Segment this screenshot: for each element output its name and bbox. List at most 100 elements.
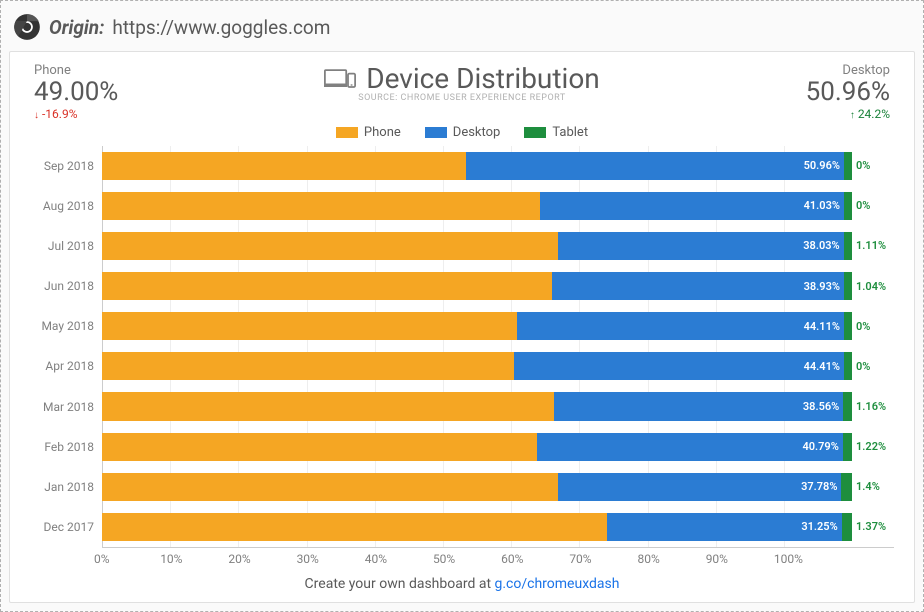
devices-icon [324, 68, 356, 90]
bar-segment-tablet [844, 312, 852, 340]
bar-track: 49%50.96% [102, 152, 852, 180]
arrow-down-icon: ↓ [34, 110, 39, 121]
chart-area: Sep 2018Aug 2018Jul 2018Jun 2018May 2018… [30, 146, 894, 547]
bar-row: 55.83%44.11% 0% [102, 306, 894, 346]
y-axis-label: Apr 2018 [30, 346, 102, 386]
tablet-value-label: 1.04% [852, 280, 894, 293]
tablet-value-label: 0% [852, 199, 894, 212]
tablet-value-label: 1.11% [852, 239, 894, 252]
tablet-value-label: 0% [852, 320, 894, 333]
bar-segment-phone: 60% [102, 272, 552, 300]
bar-track: 60%38.93% [102, 272, 852, 300]
x-axis-label: 90% [706, 552, 774, 566]
swatch-phone [336, 127, 358, 138]
bar-segment-tablet [842, 513, 852, 541]
summary-phone-value: 49.00% [34, 78, 118, 107]
tablet-value-label: 1.22% [852, 440, 894, 453]
bar-segment-desktop: 40.79% [537, 433, 843, 461]
bar-segment-desktop: 38.93% [552, 272, 844, 300]
tablet-value-label: 0% [852, 159, 894, 172]
bar-row: 57.96%40.79%1.22% [102, 427, 894, 467]
bar-segment-phone: 55.56% [102, 352, 514, 380]
y-axis-label: Aug 2018 [30, 186, 102, 226]
summary-desktop: Desktop 50.96% ↑ 24.2% [806, 63, 890, 121]
y-axis-label: Sep 2018 [30, 146, 102, 186]
x-axis-label: 100% [774, 552, 842, 566]
bar-segment-phone: 60.74% [102, 473, 558, 501]
bar-segment-tablet [844, 232, 852, 260]
x-axis-label: 80% [638, 552, 706, 566]
tablet-value-label: 1.37% [852, 520, 894, 533]
bar-track: 58.97%41.03% [102, 192, 852, 220]
bar-segment-desktop: 50.96% [466, 152, 844, 180]
arrow-up-icon: ↑ [850, 110, 855, 121]
dashboard-frame: Origin: https://www.goggles.com Device D… [0, 0, 924, 612]
x-axis-label: 70% [569, 552, 637, 566]
chart-subtitle: SOURCE: CHROME USER EXPERIENCE REPORT [30, 93, 894, 103]
x-axis-label: 20% [228, 552, 296, 566]
bar-track: 60.74%37.78% [102, 473, 852, 501]
bar-segment-tablet [843, 433, 852, 461]
summary-desktop-label: Desktop [806, 63, 890, 78]
chart-card: Device Distribution SOURCE: CHROME USER … [9, 51, 915, 603]
swatch-desktop [425, 127, 447, 138]
y-axis-label: May 2018 [30, 306, 102, 346]
bar-segment-phone: 60.83% [102, 232, 558, 260]
y-axis-label: Jun 2018 [30, 266, 102, 306]
bar-segment-phone: 58.97% [102, 192, 540, 220]
bar-track: 57.96%40.79% [102, 433, 852, 461]
chart-title: Device Distribution [366, 62, 600, 95]
title-row: Device Distribution [30, 62, 894, 95]
footer: Create your own dashboard at g.co/chrome… [30, 566, 894, 592]
y-axis-label: Jan 2018 [30, 467, 102, 507]
bar-track: 60.2%38.56% [102, 392, 852, 420]
bar-segment-desktop: 38.56% [554, 392, 843, 420]
x-axis-label: 10% [160, 552, 228, 566]
summary-phone-delta: ↓ -16.9% [34, 107, 118, 121]
y-axis-label: Feb 2018 [30, 427, 102, 467]
x-axis-label: 30% [297, 552, 365, 566]
y-axis-label: Mar 2018 [30, 386, 102, 426]
x-axis-label: 0% [94, 552, 162, 566]
bar-segment-tablet [844, 352, 852, 380]
y-axis: Sep 2018Aug 2018Jul 2018Jun 2018May 2018… [30, 146, 102, 547]
bar-row: 60.74%37.78%1.4% [102, 467, 894, 507]
x-axis-label: 40% [365, 552, 433, 566]
origin-url: https://www.goggles.com [112, 16, 330, 39]
bar-segment-desktop: 44.11% [517, 312, 845, 340]
tablet-value-label: 0% [852, 360, 894, 373]
bar-segment-tablet [844, 272, 852, 300]
bar-row: 58.97%41.03%0% [102, 186, 894, 226]
x-axis-label: 50% [433, 552, 501, 566]
bar-segment-desktop: 44.41% [514, 352, 844, 380]
bar-segment-tablet [844, 192, 852, 220]
tablet-value-label: 1.16% [852, 400, 894, 413]
x-axis-label: 60% [501, 552, 569, 566]
bar-track: 67.33%31.25% [102, 513, 852, 541]
bar-segment-phone: 67.33% [102, 513, 607, 541]
bar-segment-desktop: 41.03% [540, 192, 844, 220]
bar-segment-phone: 57.96% [102, 433, 537, 461]
summary-phone-label: Phone [34, 63, 118, 78]
plot: 49%50.96%0%58.97%41.03%0%60.83%38.03%1.1… [102, 146, 894, 547]
bar-segment-tablet [843, 392, 852, 420]
bar-row: 67.33%31.25%1.37% [102, 507, 894, 547]
bar-row: 60%38.93%1.04% [102, 266, 894, 306]
legend-tablet: Tablet [524, 125, 588, 140]
legend-desktop: Desktop [425, 125, 501, 140]
bar-row: 49%50.96%0% [102, 146, 894, 186]
bar-segment-tablet [844, 152, 852, 180]
bar-row: 60.83%38.03% 1.11% [102, 226, 894, 266]
bar-segment-desktop: 37.78% [558, 473, 842, 501]
bar-segment-phone: 49% [102, 152, 466, 180]
footer-link[interactable]: g.co/chromeuxdash [495, 576, 620, 592]
y-axis-label: Jul 2018 [30, 226, 102, 266]
bar-segment-phone: 55.83% [102, 312, 517, 340]
summary-desktop-delta: ↑ 24.2% [806, 107, 890, 121]
origin-label: Origin: [49, 16, 104, 39]
x-axis: 0%10%20%30%40%50%60%70%80%90%100% [102, 547, 894, 566]
tablet-value-label: 1.4% [852, 480, 894, 493]
bar-segment-desktop: 38.03% [558, 232, 843, 260]
bar-track: 55.56%44.41% [102, 352, 852, 380]
legend: Phone Desktop Tablet [30, 125, 894, 140]
